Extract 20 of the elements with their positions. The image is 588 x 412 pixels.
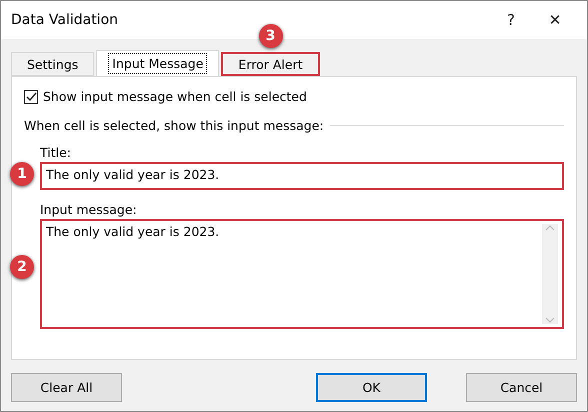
message-field[interactable]: The only valid year is 2023. [40, 219, 564, 329]
tab[interactable]: Input Message [96, 50, 220, 76]
title-field[interactable]: The only valid year is 2023. [40, 162, 564, 190]
scroll-down-icon[interactable] [545, 316, 555, 324]
close-button[interactable]: ✕ [533, 5, 577, 35]
field-label: Title: [40, 145, 72, 160]
step-badge: 2 [10, 255, 34, 279]
scrollbar[interactable] [542, 224, 558, 324]
cancel-button[interactable]: Cancel [466, 373, 577, 402]
window-title: Data Validation [11, 12, 120, 28]
ok-button[interactable]: OK [316, 373, 427, 402]
tab[interactable]: Settings [11, 52, 94, 76]
help-button[interactable]: ? [489, 5, 533, 35]
checkbox-label: Show input message when cell is selected [43, 89, 307, 104]
scroll-up-icon[interactable] [545, 224, 555, 232]
clear-all-button[interactable]: Clear All [11, 373, 122, 402]
group-label: When cell is selected, show this input message: [24, 118, 324, 133]
checkbox[interactable] [24, 90, 38, 104]
step-badge: 1 [10, 162, 34, 186]
field-label: Input message: [40, 202, 138, 217]
